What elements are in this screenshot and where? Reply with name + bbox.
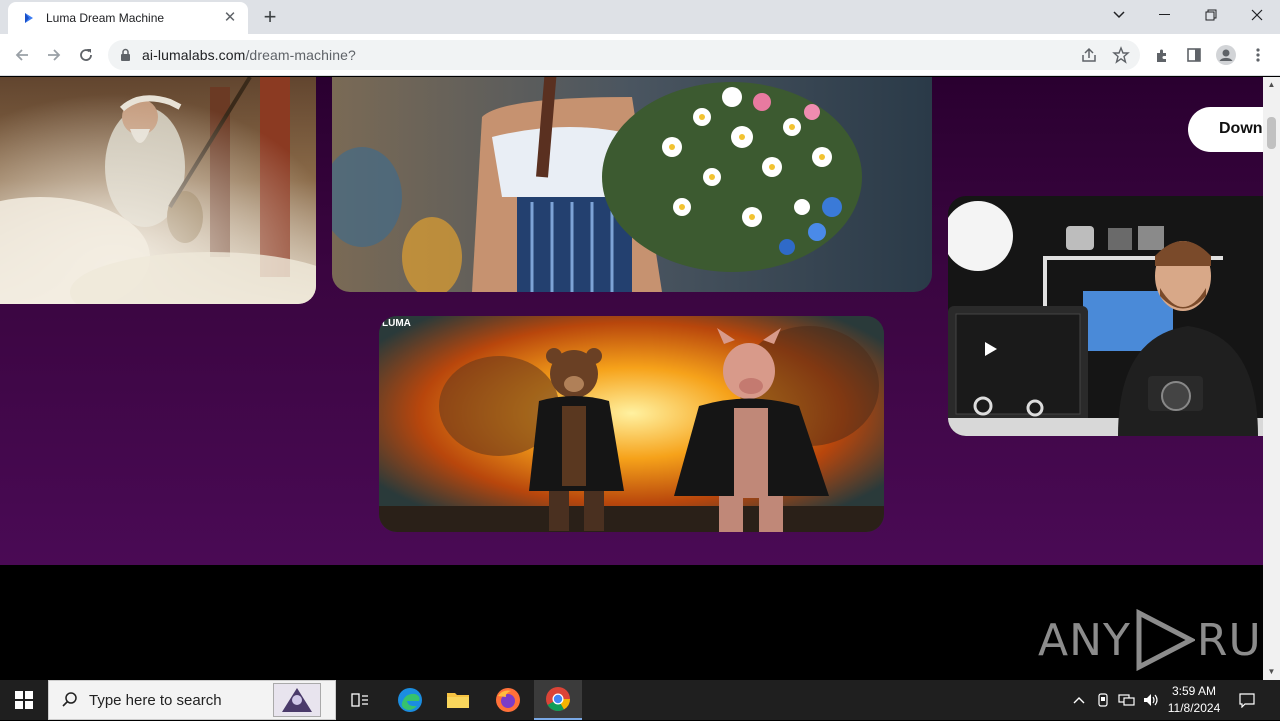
forward-button[interactable] — [42, 43, 66, 67]
windows-logo-icon — [15, 691, 33, 709]
page-scrollbar[interactable]: ▲ ▼ — [1263, 77, 1280, 680]
taskbar-search-box[interactable]: Type here to search — [48, 680, 336, 720]
network-icon[interactable] — [1116, 680, 1138, 720]
browser-tab[interactable]: Luma Dream Machine ✕ — [8, 2, 248, 34]
profile-avatar[interactable] — [1216, 45, 1236, 65]
chrome-taskbar-icon[interactable] — [534, 680, 582, 720]
luma-favicon-icon — [25, 13, 33, 23]
file-explorer-icon[interactable] — [434, 680, 482, 720]
back-button[interactable] — [10, 43, 34, 67]
show-hidden-icons-icon[interactable] — [1068, 680, 1090, 720]
tab-bar: Luma Dream Machine ✕ + — [0, 0, 1280, 34]
scroll-up-arrow-icon[interactable]: ▲ — [1267, 80, 1276, 89]
reload-button[interactable] — [74, 43, 98, 67]
url-text[interactable]: ai-lumalabs.com/dream-machine? — [142, 47, 356, 63]
taskbar-clock[interactable]: 3:59 AM 11/8/2024 — [1162, 683, 1226, 717]
watermark-text-right: RUN — [1196, 614, 1263, 666]
url-path: /dream-machine? — [245, 47, 356, 63]
bookmark-star-icon[interactable] — [1112, 46, 1130, 64]
minimize-button[interactable] — [1142, 0, 1188, 30]
close-tab-icon[interactable]: ✕ — [222, 10, 238, 26]
volume-icon[interactable] — [1140, 680, 1162, 720]
restore-button[interactable] — [1188, 0, 1234, 30]
task-view-icon[interactable] — [336, 680, 384, 720]
lock-icon[interactable] — [120, 48, 131, 62]
tab-search-icon[interactable] — [1096, 0, 1142, 30]
url-domain: ai-lumalabs.com — [142, 47, 246, 63]
watermark-text-left: ANY — [1038, 614, 1131, 666]
search-icon — [62, 692, 77, 707]
search-placeholder: Type here to search — [89, 691, 222, 709]
gallery-image-sage[interactable] — [0, 77, 316, 304]
edge-icon[interactable] — [386, 680, 434, 720]
side-panel-icon[interactable] — [1184, 45, 1204, 65]
page-viewport: Down LUMA ANY RU — [0, 77, 1263, 680]
device-icon[interactable] — [1094, 680, 1112, 720]
windows-taskbar: Type here to search 3:59 AM 11/8/2024 — [0, 680, 1280, 720]
clock-date: 11/8/2024 — [1167, 701, 1221, 715]
anyrun-watermark: ANY RUN — [1038, 609, 1263, 671]
browser-toolbar: ai-lumalabs.com/dream-machine? — [0, 34, 1280, 76]
share-icon[interactable] — [1080, 46, 1098, 64]
address-bar[interactable]: ai-lumalabs.com/dream-machine? — [108, 40, 1140, 70]
download-button-label: Down — [1219, 120, 1263, 137]
gallery-image-photographer[interactable] — [948, 196, 1263, 436]
download-button[interactable]: Down — [1188, 107, 1263, 152]
chrome-menu-icon[interactable] — [1248, 45, 1268, 65]
notifications-icon[interactable] — [1234, 680, 1260, 720]
extensions-icon[interactable] — [1152, 45, 1172, 65]
clock-time: 3:59 AM — [1171, 684, 1217, 698]
firefox-icon[interactable] — [484, 680, 532, 720]
video-watermark-label: LUMA — [382, 318, 411, 329]
start-button[interactable] — [0, 680, 48, 720]
search-highlight-icon — [273, 683, 321, 717]
scrollbar-thumb[interactable] — [1267, 117, 1276, 149]
tab-title: Luma Dream Machine — [46, 11, 165, 25]
play-logo-icon — [1136, 609, 1195, 671]
new-tab-button[interactable]: + — [258, 6, 282, 30]
gallery-image-bear-pig[interactable]: LUMA — [379, 316, 884, 532]
scroll-down-arrow-icon[interactable]: ▼ — [1267, 667, 1276, 676]
close-window-button[interactable] — [1234, 0, 1280, 30]
gallery-image-bouquet[interactable] — [332, 77, 932, 292]
